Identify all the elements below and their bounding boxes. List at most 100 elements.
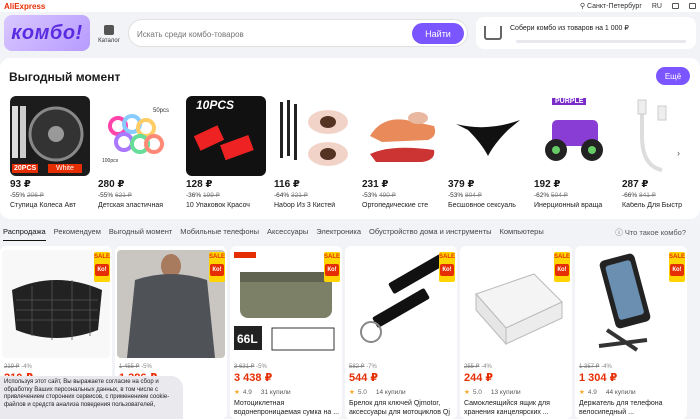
deal-price: 280 ₽ [98, 179, 125, 190]
language-selector[interactable]: RU [652, 3, 662, 10]
what-is-combo-link[interactable]: ⓘ Что такое комбо? [615, 227, 686, 238]
account-icon[interactable] [689, 3, 696, 9]
combo-progress-bar [516, 40, 686, 43]
deal-name: Кабель Для Быстр [622, 202, 683, 209]
deal-meta: -55% 621 ₽ [98, 192, 132, 199]
product-image: PURPLE [534, 96, 614, 176]
product-image [622, 96, 686, 176]
old-price: 1 357 ₽ -4% [579, 364, 612, 370]
product-image [274, 96, 354, 176]
deal-card[interactable]: 116 ₽ -64% 321 ₽ Набор Из 3 Кистей [274, 96, 354, 209]
deal-name: Ступица Колеса Авт [10, 202, 76, 209]
deal-card[interactable]: 10PCS 128 ₽ -36% 199 ₽ 10 Упаковок Красо… [186, 96, 266, 209]
deal-name: Набор Из 3 Кистей [274, 202, 336, 209]
product-rating: ★ 5.0 13 купили [464, 388, 521, 397]
toy-badge: PURPLE [552, 98, 587, 105]
brand-logo[interactable]: AliExpress [4, 2, 45, 11]
catalog-icon [104, 24, 114, 35]
product-price: 3 438 ₽ [234, 372, 273, 384]
product-image: 20PCS White [10, 96, 90, 176]
deal-card[interactable]: 20PCS White 93 ₽ -55% 206 ₽ Ступица Коле… [10, 96, 90, 209]
product-card[interactable]: SALE Ко! 255 ₽ -4% 244 ₽ ★ 5.0 13 купили Са… [460, 246, 572, 419]
search-input[interactable] [137, 26, 397, 42]
product-image: 50pcs 100pcs [98, 96, 178, 176]
deal-name: Инерционный враща [534, 202, 603, 209]
combo-header: комбо! Каталог Найти Собери комбо из тов… [0, 13, 700, 53]
top-bar-right: ⚲ Санкт-Петербург RU [580, 2, 696, 10]
deal-card[interactable]: 50pcs 100pcs 280 ₽ -55% 621 ₽ Детская эла… [98, 96, 178, 209]
tab-deals[interactable]: Выгодный момент [109, 227, 172, 241]
combo-prompt: Собери комбо из товаров на 1 000 ₽ [510, 25, 629, 32]
star-icon: ★ [234, 389, 240, 396]
old-price: 3 631 ₽ -5% [234, 364, 267, 370]
deal-meta: -66% 841 ₽ [622, 192, 656, 199]
product-price: 244 ₽ [464, 372, 494, 384]
deal-meta: -55% 206 ₽ [10, 192, 44, 199]
tab-computers[interactable]: Компьютеры [500, 227, 544, 241]
tab-sale[interactable]: Распродажа [3, 227, 46, 241]
catalog-button[interactable]: Каталог [94, 19, 124, 49]
sale-badge: SALE Ко! [94, 252, 110, 282]
deal-meta: -64% 321 ₽ [274, 192, 308, 199]
tab-home[interactable]: Обустройство дома и инструменты [369, 227, 491, 241]
pack-badge: 10PCS [196, 98, 235, 112]
deal-price: 231 ₽ [362, 179, 389, 190]
svg-text:100pcs: 100pcs [102, 158, 119, 164]
deal-meta: -53% 490 ₽ [362, 192, 396, 199]
product-price: 1 304 ₽ [579, 372, 618, 384]
sale-badge: SALE Ко! [554, 252, 570, 282]
search-button[interactable]: Найти [412, 23, 464, 44]
deal-card[interactable]: 231 ₽ -53% 490 ₽ Ортопедические сте [362, 96, 442, 209]
deals-section: Выгодный момент Ещё 20PCS White 93 ₽ -55… [0, 58, 700, 219]
product-title: Брелок для ключей Qjmotor, аксессуары дл… [349, 400, 450, 419]
deal-name: Бесшовное сексуаль [448, 202, 516, 209]
deal-meta: -62% 504 ₽ [534, 192, 568, 199]
product-title: Мотоциклетная водонепроницаемая сумка на… [234, 400, 340, 416]
cookie-consent-banner: Используя этот сайт, Вы выражаете соглас… [0, 376, 183, 419]
star-icon: ★ [464, 389, 470, 396]
tab-phones[interactable]: Мобильные телефоны [180, 227, 259, 241]
deal-price: 116 ₽ [274, 179, 300, 190]
orders-icon[interactable] [672, 3, 679, 9]
product-title: Самоклеящийся ящик для хранения канцеляр… [464, 400, 550, 416]
deal-card[interactable]: PURPLE 192 ₽ -62% 504 ₽ Инерционный вращ… [534, 96, 614, 209]
category-tabs: Распродажа Рекомендуем Выгодный момент М… [0, 227, 700, 241]
tab-recommended[interactable]: Рекомендуем [54, 227, 101, 241]
product-card[interactable]: SALE Ко! 582 ₽ -7% 544 ₽ ★ 5.0 14 купили Бр… [345, 246, 457, 419]
pack-badge: 20PCS [12, 164, 39, 173]
deal-price: 379 ₽ [448, 179, 475, 190]
top-bar: AliExpress ⚲ Санкт-Петербург RU [0, 0, 700, 12]
tab-electronics[interactable]: Электроника [316, 227, 361, 241]
pin-icon: ⚲ [579, 3, 586, 10]
product-card[interactable]: SALE Ко! 1 357 ₽ -4% 1 304 ₽ ★ 4.9 44 купил… [575, 246, 687, 419]
location-selector[interactable]: ⚲ Санкт-Петербург [580, 2, 642, 10]
old-price: 219 ₽ -4% [4, 364, 32, 370]
product-card[interactable]: 66L SALE Ко! 3 631 ₽ -5% 3 438 ₽ ★ 4.9 31 к… [230, 246, 342, 419]
deal-price: 192 ₽ [534, 179, 561, 190]
svg-text:50pcs: 50pcs [153, 108, 169, 114]
product-rating: ★ 4.9 44 купили [579, 388, 636, 397]
info-icon: ⓘ [615, 228, 623, 237]
old-price: 255 ₽ -4% [464, 364, 492, 370]
deal-meta: -36% 199 ₽ [186, 192, 220, 199]
product-image: 10PCS [186, 96, 266, 176]
deal-name: 10 Упаковок Красоч [186, 202, 250, 209]
deal-meta: -53% 804 ₽ [448, 192, 482, 199]
section-title: Выгодный момент [9, 70, 121, 84]
product-rating: ★ 5.0 14 купили [349, 388, 406, 397]
combo-logo[interactable]: комбо! [4, 15, 90, 51]
deal-card[interactable]: 379 ₽ -53% 804 ₽ Бесшовное сексуаль [448, 96, 528, 209]
product-title: Держатель для телефона велосипедный ... [579, 400, 663, 416]
old-price: 582 ₽ -7% [349, 364, 377, 370]
old-price: 1 455 ₽ -5% [119, 364, 152, 370]
product-rating: ★ 4.9 31 купили [234, 388, 291, 397]
sale-badge: SALE Ко! [209, 252, 225, 282]
tab-accessories[interactable]: Аксессуары [267, 227, 308, 241]
product-price: 544 ₽ [349, 372, 379, 384]
sale-badge: SALE Ко! [439, 252, 455, 282]
more-button[interactable]: Ещё [656, 67, 690, 85]
brand-tag [234, 252, 256, 258]
combo-cart-progress[interactable]: Собери комбо из товаров на 1 000 ₽ [476, 17, 696, 49]
carousel-next-icon[interactable]: › [677, 148, 680, 158]
sale-badge: SALE Ко! [324, 252, 340, 282]
